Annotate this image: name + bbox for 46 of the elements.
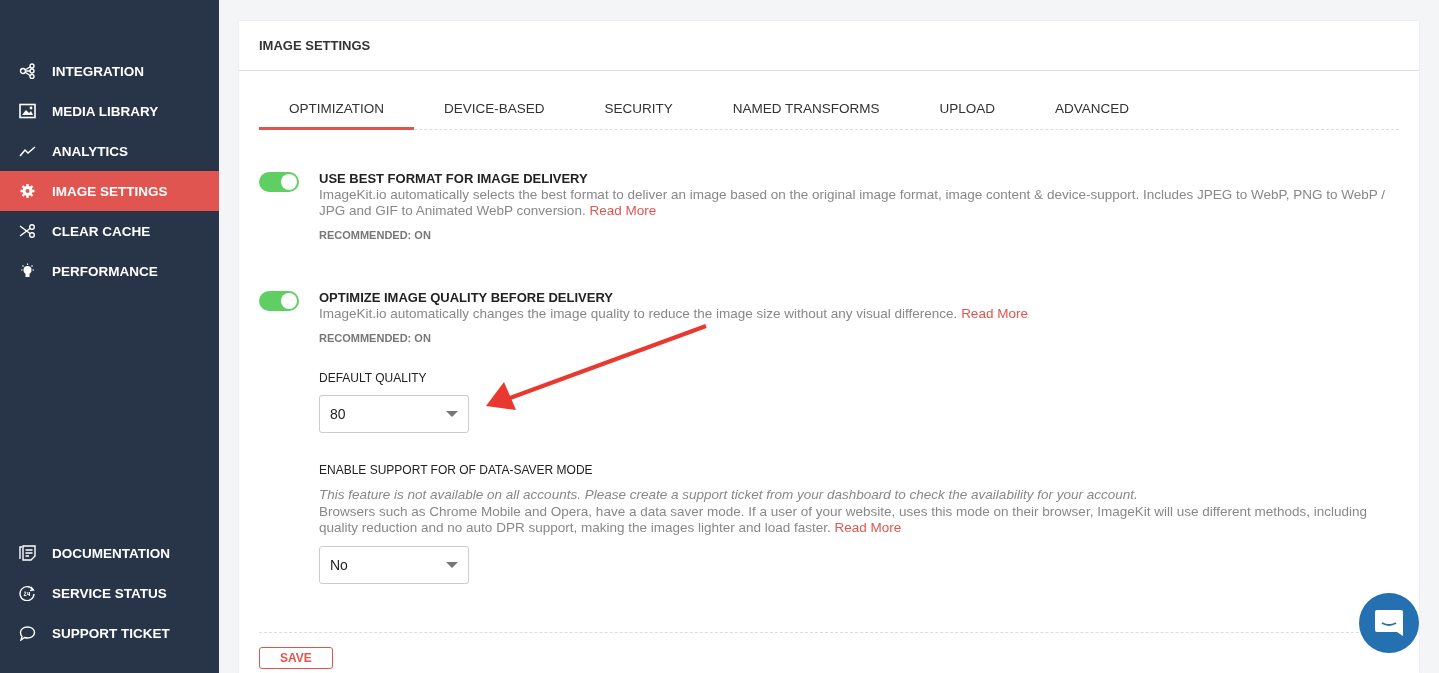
sidebar-item[interactable]: CLEAR CACHE bbox=[0, 211, 219, 251]
availability-note: This feature is not available on all accounts. Please create a support ticket from your dashboard to check the availability for your account. bbox=[319, 487, 1139, 503]
lightbulb-icon bbox=[19, 263, 36, 279]
field-label: DEFAULT QUALITY bbox=[319, 371, 428, 385]
document-icon bbox=[19, 545, 36, 561]
quality-dropdown[interactable]: 80 bbox=[319, 395, 469, 433]
recommendation-text: RECOMMENDED: ON bbox=[319, 229, 432, 241]
toggle-switch[interactable] bbox=[259, 291, 299, 311]
clock-24-icon bbox=[19, 585, 36, 601]
sidebar-item[interactable]: PERFORMANCE bbox=[0, 251, 219, 291]
speech-bubble-icon bbox=[19, 625, 36, 641]
tab[interactable]: DEVICE-BASED bbox=[414, 91, 575, 130]
tab[interactable]: NAMED TRANSFORMS bbox=[702, 91, 910, 130]
save-button[interactable]: SAVE bbox=[259, 647, 333, 669]
sidebar-item[interactable]: INTEGRATION bbox=[0, 51, 219, 91]
read-more-link[interactable]: Read More bbox=[961, 306, 1028, 321]
scissors-icon bbox=[19, 223, 36, 239]
tab[interactable]: OPTIMIZATION bbox=[259, 91, 414, 130]
chat-icon bbox=[1374, 609, 1404, 637]
setting-description: ImageKit.io automatically changes the image quality to reduce the image size without any visual difference. Read More bbox=[319, 306, 1028, 322]
image-icon bbox=[19, 103, 36, 119]
recommendation-text: RECOMMENDED: ON bbox=[319, 332, 432, 344]
sidebar-item[interactable]: IMAGE SETTINGS bbox=[0, 171, 219, 211]
sidebar-item[interactable]: DOCUMENTATION bbox=[0, 533, 219, 573]
tab[interactable]: SECURITY bbox=[574, 91, 703, 130]
settings-icon bbox=[19, 183, 36, 199]
setting-title: USE BEST FORMAT FOR IMAGE DELIVERY bbox=[319, 171, 589, 186]
tab[interactable]: ADVANCED bbox=[1025, 91, 1160, 130]
sidebar-item[interactable]: SUPPORT TICKET bbox=[0, 613, 219, 653]
caret-icon bbox=[446, 562, 458, 568]
setting-description: ImageKit.io automatically selects the best format to deliver an image based on the original image format, image content & device-support. Includes JPEG to WebP, PNG to WebP / JPG and GIF to Animated WebP conversion. Read More bbox=[319, 187, 1387, 219]
data-saver-dropdown[interactable]: No bbox=[319, 546, 469, 584]
field-label: ENABLE SUPPORT FOR OF DATA-SAVER MODE bbox=[319, 463, 594, 477]
toggle-switch[interactable] bbox=[259, 172, 299, 192]
setting-title: OPTIMIZE IMAGE QUALITY BEFORE DELIVERY bbox=[319, 290, 614, 305]
tab[interactable]: UPLOAD bbox=[909, 91, 1026, 130]
share-icon bbox=[19, 63, 36, 79]
card-title: IMAGE SETTINGS bbox=[239, 21, 1419, 71]
caret-icon bbox=[446, 411, 458, 417]
sidebar-item[interactable]: MEDIA LIBRARY bbox=[0, 91, 219, 131]
chart-line-icon bbox=[19, 143, 36, 159]
read-more-link[interactable]: Read More bbox=[834, 520, 902, 535]
sidebar-item[interactable]: SERVICE STATUS bbox=[0, 573, 219, 613]
sidebar-item[interactable]: ANALYTICS bbox=[0, 131, 219, 171]
read-more-link[interactable]: Read More bbox=[589, 203, 657, 218]
setting-description: Browsers such as Chrome Mobile and Opera, have a data saver mode. If a user of your website, uses this mode on their browser, ImageKit will use different methods, including quality reduction and no auto DPR support, making the images lighter and load faster. Read More bbox=[319, 504, 1369, 536]
